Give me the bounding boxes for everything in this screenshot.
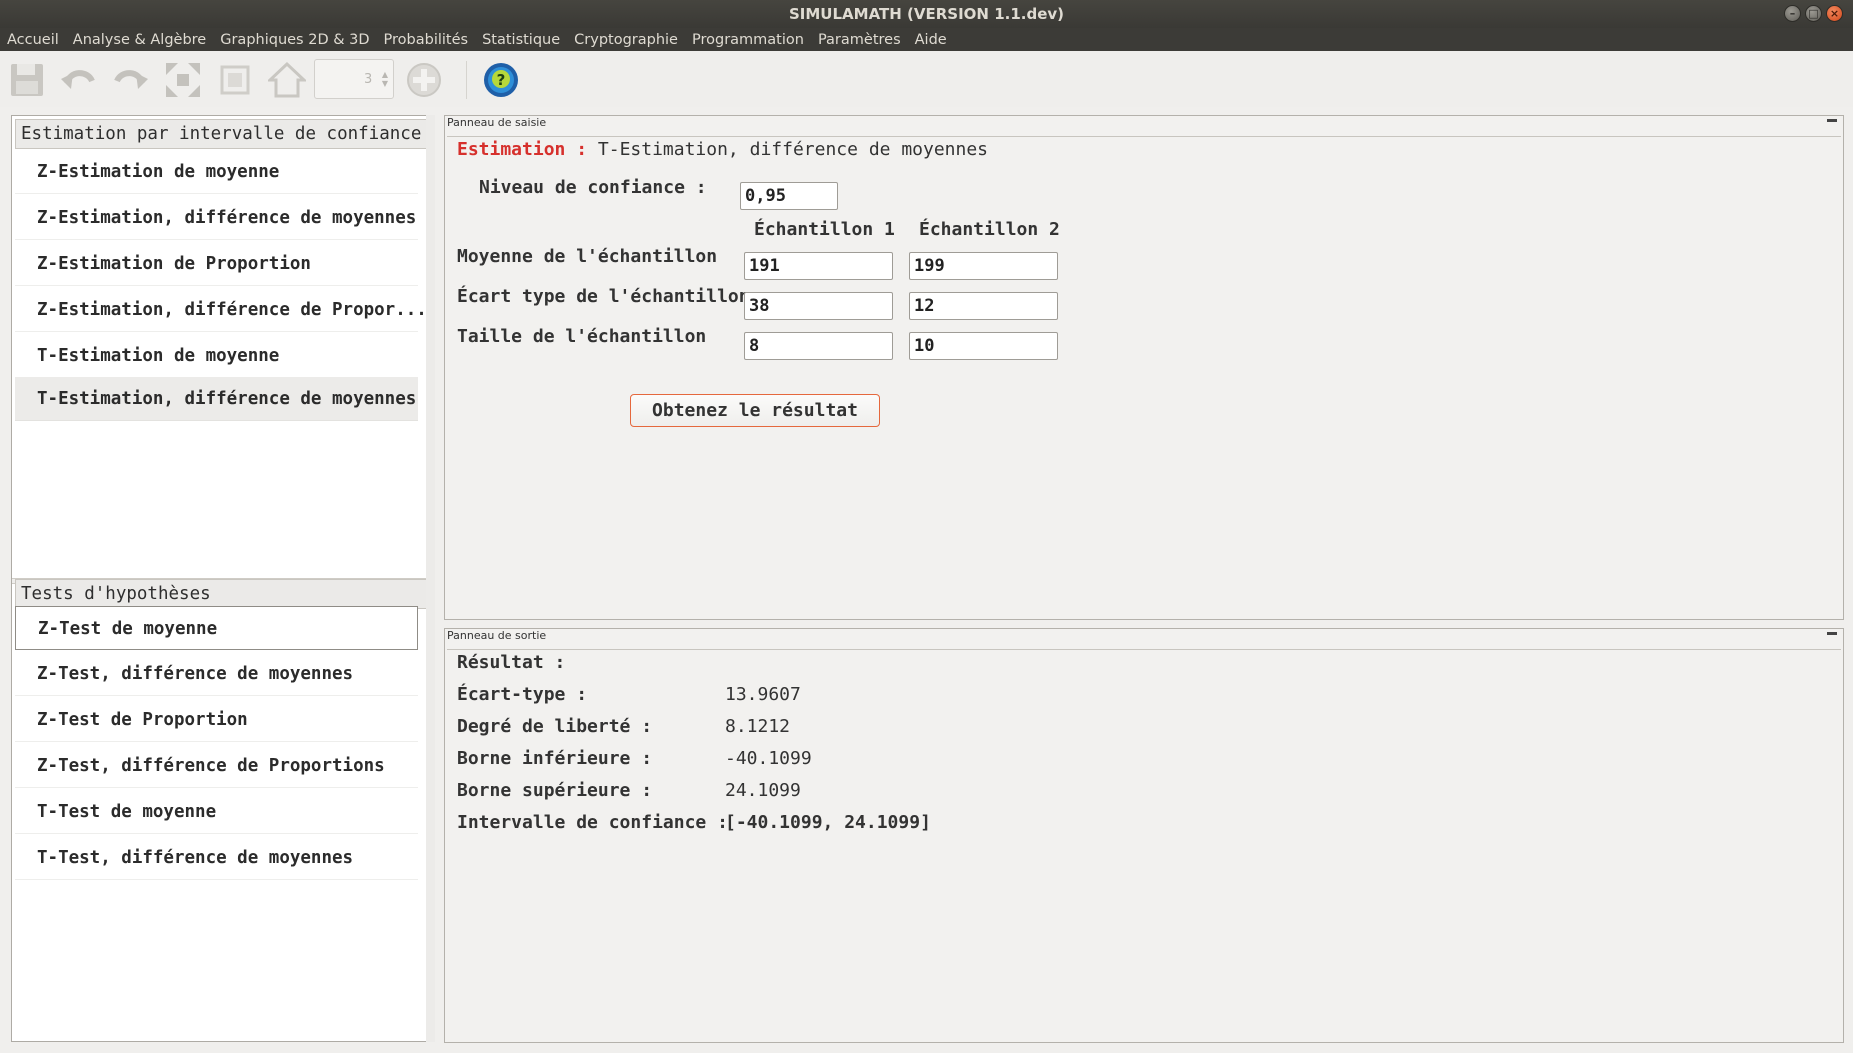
- toolbar: 3 ▲ ▼ ?: [0, 51, 1853, 107]
- output-row-value: 8.1212: [725, 716, 791, 737]
- expand-icon[interactable]: [162, 59, 204, 101]
- redo-icon[interactable]: [110, 59, 152, 101]
- list-item[interactable]: Z-Estimation de moyenne: [15, 150, 418, 194]
- size-label: Taille de l'échantillon: [457, 326, 707, 347]
- menu-bar: Accueil Analyse & Algèbre Graphiques 2D …: [0, 28, 1853, 51]
- input-panel: Panneau de saisie Estimation : T-Estimat…: [444, 115, 1844, 620]
- minimize-panel-icon[interactable]: [1827, 119, 1837, 122]
- zoom-spinner[interactable]: 3 ▲ ▼: [314, 59, 394, 99]
- menu-programmation[interactable]: Programmation: [692, 32, 804, 48]
- undo-icon[interactable]: [57, 59, 99, 101]
- list-item[interactable]: Z-Test de Proportion: [15, 698, 418, 742]
- add-icon[interactable]: [403, 59, 445, 101]
- output-panel-title: Panneau de sortie: [447, 629, 547, 642]
- confidence-input[interactable]: 0,95: [740, 182, 838, 210]
- list-item[interactable]: Z-Estimation, différence de moyennes: [15, 196, 418, 240]
- group-header-estimation: Estimation par intervalle de confiance: [15, 119, 431, 149]
- size2-input[interactable]: 10: [909, 332, 1058, 360]
- output-row-value: 13.9607: [725, 684, 801, 705]
- window-title: SIMULAMATH (VERSION 1.1.dev): [788, 5, 1065, 23]
- svg-text:?: ?: [497, 71, 506, 89]
- list-item[interactable]: Z-Test, différence de moyennes: [15, 652, 418, 696]
- heading-prefix: Estimation :: [457, 139, 588, 160]
- menu-graphiques[interactable]: Graphiques 2D & 3D: [220, 32, 369, 48]
- left-panel-scrollbar[interactable]: [426, 115, 435, 1042]
- left-navigation-panel: Estimation par intervalle de confiance Z…: [11, 115, 435, 1042]
- output-row-label: Degré de liberté :: [457, 716, 653, 737]
- minimize-panel-icon[interactable]: [1827, 632, 1837, 635]
- close-icon[interactable]: ×: [1826, 5, 1843, 22]
- list-item[interactable]: T-Estimation de moyenne: [15, 334, 418, 378]
- sd2-input[interactable]: 12: [909, 292, 1058, 320]
- output-row-label: Intervalle de confiance :: [457, 812, 728, 833]
- mean2-input[interactable]: 199: [909, 252, 1058, 280]
- col2-header: Échantillon 2: [919, 219, 1060, 240]
- form-heading: Estimation : T-Estimation, différence de…: [457, 139, 988, 160]
- menu-cryptographie[interactable]: Cryptographie: [574, 32, 678, 48]
- list-item[interactable]: T-Test, différence de moyennes: [15, 836, 418, 880]
- output-panel: Panneau de sortie Résultat : Écart-type …: [444, 628, 1844, 1043]
- mean1-input[interactable]: 191: [744, 252, 893, 280]
- heading-text: T-Estimation, différence de moyennes: [597, 139, 989, 160]
- col1-header: Échantillon 1: [754, 219, 895, 240]
- get-result-button[interactable]: Obtenez le résultat: [630, 394, 880, 427]
- sd-label: Écart type de l'échantillon: [457, 286, 750, 307]
- list-item[interactable]: Z-Estimation, différence de Propor...: [15, 288, 427, 332]
- confidence-label: Niveau de confiance :: [479, 177, 707, 198]
- help-icon[interactable]: ?: [480, 59, 522, 101]
- menu-statistique[interactable]: Statistique: [482, 32, 560, 48]
- output-row-value: -40.1099: [725, 748, 812, 769]
- menu-parametres[interactable]: Paramètres: [818, 32, 901, 48]
- output-row-value: 24.1099: [725, 780, 801, 801]
- menu-analyse-algebre[interactable]: Analyse & Algèbre: [73, 32, 206, 48]
- minimize-icon[interactable]: –: [1784, 5, 1801, 22]
- sd1-input[interactable]: 38: [744, 292, 893, 320]
- size1-input[interactable]: 8: [744, 332, 893, 360]
- list-item[interactable]: Z-Estimation de Proportion: [15, 242, 418, 286]
- list-item[interactable]: T-Test de moyenne: [15, 790, 418, 834]
- result-label: Résultat :: [457, 652, 566, 673]
- window-title-bar: SIMULAMATH (VERSION 1.1.dev) – □ ×: [0, 0, 1853, 28]
- menu-probabilites[interactable]: Probabilités: [384, 32, 469, 48]
- menu-accueil[interactable]: Accueil: [7, 32, 59, 48]
- input-panel-title: Panneau de saisie: [447, 116, 547, 129]
- output-panel-body: Résultat : Écart-type : 13.9607 Degré de…: [447, 649, 1841, 1040]
- mean-label: Moyenne de l'échantillon: [457, 246, 718, 267]
- save-icon[interactable]: [6, 59, 48, 101]
- output-row-label: Borne inférieure :: [457, 748, 653, 769]
- output-row-label: Écart-type :: [457, 684, 588, 705]
- fit-icon[interactable]: [214, 59, 256, 101]
- home-icon[interactable]: [266, 59, 308, 101]
- toolbar-separator: [466, 61, 467, 99]
- menu-aide[interactable]: Aide: [915, 32, 947, 48]
- spinner-arrows-icon[interactable]: ▲ ▼: [382, 70, 388, 88]
- output-row-label: Borne supérieure :: [457, 780, 653, 801]
- output-row-value: [-40.1099, 24.1099]: [725, 812, 931, 833]
- input-panel-body: Estimation : T-Estimation, différence de…: [447, 136, 1841, 617]
- maximize-icon[interactable]: □: [1805, 5, 1822, 22]
- list-item[interactable]: Z-Test, différence de Proportions: [15, 744, 418, 788]
- group-header-tests: Tests d'hypothèses: [15, 579, 431, 609]
- list-item-focused[interactable]: Z-Test de moyenne: [15, 606, 418, 650]
- list-item-selected[interactable]: T-Estimation, différence de moyennes: [15, 377, 418, 421]
